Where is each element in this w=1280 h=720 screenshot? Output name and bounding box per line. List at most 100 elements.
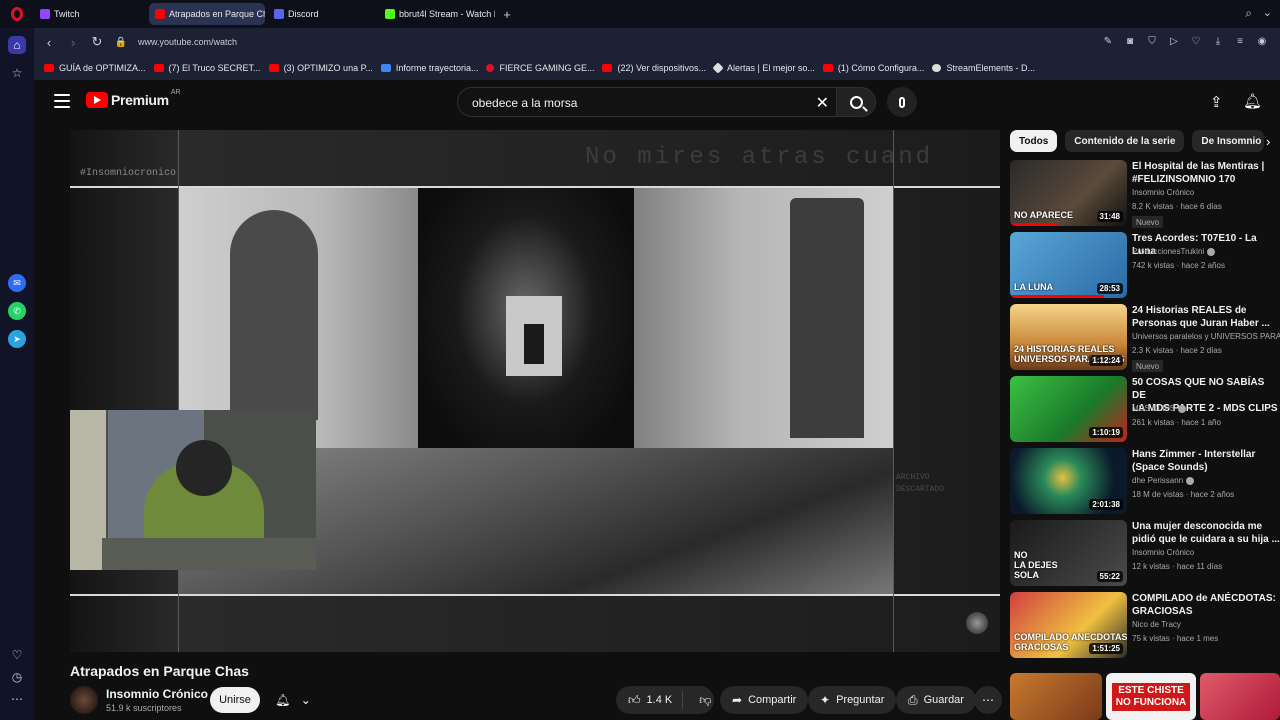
- recommendation-thumbnail[interactable]: 2:01:38: [1010, 448, 1127, 514]
- hamburger-menu-icon[interactable]: [54, 94, 70, 108]
- chevron-right-icon[interactable]: ›: [1266, 134, 1270, 149]
- recommendation-title[interactable]: COMPILADO de ANÉCDOTAS: GRACIOSAS: [1132, 592, 1280, 618]
- upload-icon[interactable]: ⇪: [1210, 93, 1223, 111]
- recommendation-thumbnail[interactable]: COMPILADO ANECDOTAS GRACIOSAS 1:51:25: [1010, 592, 1127, 658]
- recommendation-title[interactable]: El Hospital de las Mentiras | #FELIZINSO…: [1132, 160, 1280, 186]
- thumbs-down-icon: 👎︎: [699, 692, 712, 707]
- home-icon[interactable]: ⌂: [8, 36, 26, 54]
- youtube-icon: [44, 64, 54, 72]
- share-button[interactable]: ➦ Compartir: [720, 686, 809, 714]
- recommendation-item[interactable]: LA LUNA 28:53 Tres Acordes: T07E10 - La Lu…: [1010, 232, 1280, 298]
- chip-channel[interactable]: De Insomnio Crónico: [1192, 130, 1265, 152]
- tab-kick[interactable]: bbrut4l Stream - Watch Li: [379, 3, 495, 25]
- recommendation-thumbnail[interactable]: [1200, 673, 1280, 720]
- recommendation-thumbnail[interactable]: [1010, 673, 1102, 720]
- recommendation-thumbnail[interactable]: NO LA DEJES SOLA 55:22: [1010, 520, 1127, 586]
- video-side-text: ARCHIVO DESCARTADO: [896, 473, 945, 494]
- like-button[interactable]: 👍︎ 1.4 K: [616, 691, 684, 709]
- forward-icon[interactable]: ›: [62, 31, 84, 53]
- bookmark-item[interactable]: Alertas | El mejor so...: [712, 62, 815, 74]
- ask-button[interactable]: ✦ Preguntar: [808, 686, 897, 714]
- chip-all[interactable]: Todos: [1010, 130, 1058, 152]
- subscription-bell-button[interactable]: 🔔︎ ⌄: [270, 687, 316, 713]
- recommendation-channel[interactable]: ProduccionesTrukini: [1132, 247, 1280, 256]
- search-button[interactable]: [836, 87, 876, 117]
- messenger-icon[interactable]: ✉: [8, 274, 26, 292]
- camera-icon[interactable]: ◙: [1122, 33, 1138, 49]
- menu-icon[interactable]: ≡: [1232, 33, 1248, 49]
- recommendation-item[interactable]: COMPILADO ANECDOTAS GRACIOSAS 1:51:25 COMP…: [1010, 592, 1280, 658]
- bookmark-item[interactable]: StreamElements - D...: [932, 63, 1035, 73]
- more-actions-button[interactable]: ⋯: [974, 686, 1002, 714]
- recommendation-channel[interactable]: Universos paralelos y UNIVERSOS PARALELO…: [1132, 332, 1280, 341]
- bookmark-item[interactable]: Informe trayectoria...: [380, 63, 478, 73]
- recommendation-item[interactable]: 24 HISTORIAS REALES UNIVERSOS PARALELOS1…: [1010, 304, 1280, 372]
- video-player[interactable]: No mires atras cuand #Insomniocronico AR…: [70, 130, 1000, 652]
- recommendation-meta: 261 k vistas · hace 1 año: [1132, 418, 1221, 427]
- save-button[interactable]: ⎙ Guardar: [896, 686, 976, 714]
- bookmark-item[interactable]: (22) Ver dispositivos...: [602, 63, 706, 73]
- play-icon[interactable]: ▷: [1166, 33, 1182, 49]
- recommendation-channel[interactable]: dhe Perissann: [1132, 476, 1280, 485]
- new-tab-button[interactable]: +: [498, 5, 516, 23]
- recommendation-channel[interactable]: MDS CLIPS: [1132, 404, 1280, 413]
- recommendation-title[interactable]: Hans Zimmer - Interstellar (Space Sounds…: [1132, 448, 1280, 474]
- recommendation-thumbnail[interactable]: 1:10:19: [1010, 376, 1127, 442]
- kick-icon: [385, 9, 395, 19]
- dislike-button[interactable]: 👎︎: [689, 693, 721, 708]
- recommendation-thumbnail[interactable]: 24 HISTORIAS REALES UNIVERSOS PARALELOS1…: [1010, 304, 1127, 370]
- tab-twitch[interactable]: Twitch: [34, 3, 146, 25]
- notifications-bell-icon[interactable]: 🔔︎: [1243, 92, 1262, 110]
- recommendation-item[interactable]: NO LA DEJES SOLA 55:22 Una mujer desconoci…: [1010, 520, 1280, 586]
- bell-icon: 🔔︎: [275, 693, 291, 707]
- clear-icon[interactable]: ✕: [816, 93, 829, 113]
- channel-name[interactable]: Insomnio Crónico: [106, 687, 208, 701]
- whatsapp-icon[interactable]: ✆: [8, 302, 26, 320]
- bookmark-item[interactable]: FIERCE GAMING GE...: [486, 63, 594, 73]
- tab-discord[interactable]: Discord: [268, 3, 376, 25]
- recommendation-item[interactable]: 2:01:38 Hans Zimmer - Interstellar (Space…: [1010, 448, 1280, 514]
- opera-logo-icon[interactable]: [0, 0, 34, 28]
- more-dots-icon[interactable]: ⋯: [8, 690, 26, 708]
- recommendation-title[interactable]: Una mujer desconocida me pidió que le cu…: [1132, 520, 1280, 546]
- youtube-icon: [268, 64, 279, 72]
- recommendation-channel[interactable]: Insomnio Crónico: [1132, 188, 1280, 197]
- bookmark-item[interactable]: (3) OPTIMIZO una P...: [268, 63, 373, 73]
- join-button[interactable]: Unirse: [210, 687, 260, 713]
- reload-icon[interactable]: ↻: [86, 31, 108, 53]
- star-icon[interactable]: ☆: [8, 64, 26, 82]
- bookmark-item[interactable]: (1) Cómo Configura...: [822, 63, 924, 73]
- recommendation-title[interactable]: 24 Historias REALES de Personas que Jura…: [1132, 304, 1280, 330]
- bookmark-label: FIERCE GAMING GE...: [499, 63, 595, 73]
- channel-avatar[interactable]: [70, 686, 98, 714]
- youtube-icon: [155, 9, 165, 19]
- recommendation-thumbnail[interactable]: ESTE CHISTE NO FUNCIONA: [1106, 673, 1196, 720]
- shield-icon[interactable]: ⛉: [1144, 33, 1160, 49]
- bookmark-item[interactable]: (7) El Truco SECRET...: [153, 63, 261, 73]
- download-icon[interactable]: ⤓: [1210, 33, 1226, 49]
- recommendation-thumbnail[interactable]: LA LUNA 28:53: [1010, 232, 1127, 298]
- search-input[interactable]: obedece a la morsa ✕: [457, 87, 837, 117]
- recommendation-thumbnail[interactable]: NO APARECE 31:48: [1010, 160, 1127, 226]
- heart-icon[interactable]: ♡: [1188, 33, 1204, 49]
- recommendation-channel[interactable]: Nico de Tracy: [1132, 620, 1280, 629]
- telegram-icon[interactable]: ➤: [8, 330, 26, 348]
- fierce-gaming-icon: [486, 64, 495, 72]
- tab-youtube-video[interactable]: Atrapados en Parque Cha: [149, 3, 265, 25]
- channel-watermark-icon[interactable]: [966, 612, 988, 634]
- voice-search-button[interactable]: [887, 87, 917, 117]
- heart-icon[interactable]: ♡: [8, 646, 26, 664]
- recommendation-item[interactable]: 1:10:19 50 COSAS QUE NO SABÍAS DE LA MDS …: [1010, 376, 1280, 442]
- chip-series[interactable]: Contenido de la serie: [1065, 130, 1185, 152]
- edit-icon[interactable]: ✎: [1100, 33, 1116, 49]
- bookmark-item[interactable]: GUÍA de OPTIMIZA...: [44, 63, 146, 73]
- url-field[interactable]: www.youtube.com/watch: [138, 37, 237, 47]
- profile-icon[interactable]: ◉: [1254, 33, 1270, 49]
- chevron-down-icon[interactable]: ⌄: [1263, 6, 1272, 19]
- recommendation-item[interactable]: NO APARECE 31:48 El Hospital de las Mentir…: [1010, 160, 1280, 228]
- tab-search-icon[interactable]: ⌕: [1245, 6, 1252, 21]
- history-clock-icon[interactable]: ◷: [8, 668, 26, 686]
- youtube-premium-logo[interactable]: Premium AR: [86, 89, 181, 108]
- recommendation-channel[interactable]: Insomnio Crónico: [1132, 548, 1280, 557]
- back-icon[interactable]: ‹: [38, 31, 60, 53]
